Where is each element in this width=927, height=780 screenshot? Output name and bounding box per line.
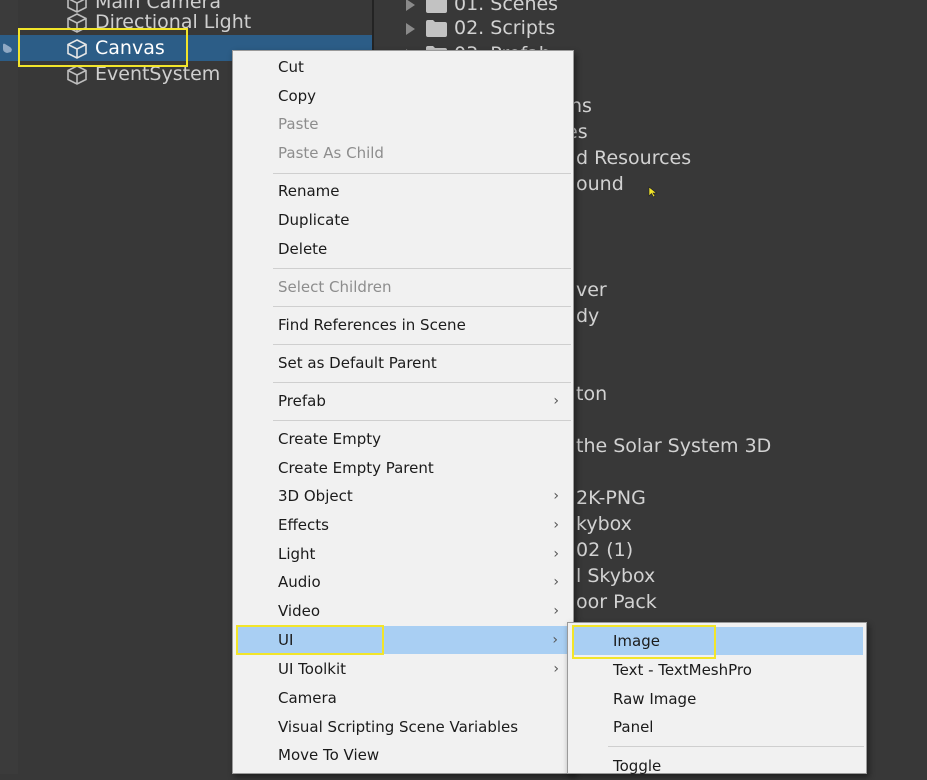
menu-item-set-default-parent[interactable]: Set as Default Parent (233, 349, 573, 377)
mouse-pointer-icon (648, 186, 658, 198)
menu-separator (273, 382, 571, 383)
menu-item-paste[interactable]: Paste (233, 110, 573, 138)
chevron-right-icon: › (553, 574, 559, 590)
menu-separator (608, 746, 864, 747)
submenu-item-text-textmeshpro[interactable]: Text - TextMeshPro (568, 656, 866, 684)
menu-separator (273, 173, 571, 174)
project-item-partial[interactable]: kybox (576, 512, 632, 536)
menu-item-create-empty[interactable]: Create Empty (233, 425, 573, 453)
menu-item-cut[interactable]: Cut (233, 53, 573, 81)
chevron-right-icon: › (553, 517, 559, 533)
project-item-partial[interactable]: d Resources (576, 146, 691, 170)
expand-arrow-icon[interactable] (406, 23, 415, 35)
menu-item-label: Paste As Child (278, 144, 384, 162)
menu-item-label: Visual Scripting Scene Variables (278, 718, 519, 736)
menu-item-label: Prefab (278, 392, 326, 410)
menu-item-select-children[interactable]: Select Children (233, 273, 573, 301)
menu-item-label: Paste (278, 115, 319, 133)
menu-separator (273, 420, 571, 421)
menu-item-label: 3D Object (278, 487, 353, 505)
project-item-partial[interactable]: ound (576, 172, 624, 196)
project-item-partial[interactable]: the Solar System 3D (576, 434, 771, 458)
gameobject-cube-icon (67, 65, 87, 85)
image-item-highlight-box (572, 625, 716, 659)
menu-item-copy[interactable]: Copy (233, 82, 573, 110)
chevron-right-icon: › (553, 488, 559, 504)
menu-item-label: Delete (278, 240, 328, 258)
menu-item-duplicate[interactable]: Duplicate (233, 206, 573, 234)
chevron-right-icon: › (553, 661, 559, 677)
folder-icon (426, 20, 447, 37)
menu-item-label: Rename (278, 182, 340, 200)
submenu-item-toggle[interactable]: Toggle (568, 752, 866, 780)
menu-item-paste-as-child[interactable]: Paste As Child (233, 139, 573, 167)
menu-item-visual-scripting-scene-variables[interactable]: Visual Scripting Scene Variables (233, 713, 573, 741)
menu-item-label: Effects (278, 516, 329, 534)
menu-item-label: Cut (278, 58, 304, 76)
chevron-right-icon: › (553, 546, 559, 562)
expand-arrow-icon[interactable] (406, 0, 415, 11)
chevron-right-icon: › (553, 393, 559, 409)
menu-item-rename[interactable]: Rename (233, 177, 573, 205)
project-item-partial[interactable]: ver (576, 278, 607, 302)
menu-item-label: Camera (278, 689, 337, 707)
menu-item-label: Duplicate (278, 211, 350, 229)
menu-item-label: Light (278, 545, 316, 563)
project-folder-scripts[interactable]: 02. Scripts (406, 16, 806, 42)
menu-separator (273, 306, 571, 307)
submenu-item-label: Raw Image (613, 690, 697, 708)
ui-item-highlight-box (236, 625, 384, 655)
menu-item-audio[interactable]: Audio › (233, 568, 573, 596)
canvas-highlight-box (18, 28, 188, 67)
menu-item-label: Copy (278, 87, 317, 105)
menu-item-label: Find References in Scene (278, 316, 466, 334)
menu-item-label: UI Toolkit (278, 660, 347, 678)
submenu-item-label: Panel (613, 718, 654, 736)
menu-item-find-references[interactable]: Find References in Scene (233, 311, 573, 339)
folder-label: 02. Scripts (454, 17, 556, 39)
submenu-item-raw-image[interactable]: Raw Image (568, 685, 866, 713)
menu-separator (273, 344, 571, 345)
project-item-partial[interactable]: 2K-PNG (576, 486, 646, 510)
menu-item-prefab[interactable]: Prefab › (233, 387, 573, 415)
menu-item-move-to-view[interactable]: Move To View (233, 741, 573, 769)
submenu-item-label: Toggle (613, 757, 662, 775)
hand-cursor-icon (3, 43, 12, 53)
menu-item-effects[interactable]: Effects › (233, 511, 573, 539)
project-item-partial[interactable]: 02 (1) (576, 538, 633, 562)
menu-item-label: Create Empty (278, 430, 381, 448)
project-item-partial[interactable]: oor Pack (576, 590, 657, 614)
menu-item-label: Create Empty Parent (278, 459, 434, 477)
submenu-item-label: Text - TextMeshPro (613, 661, 752, 679)
menu-separator (273, 268, 571, 269)
menu-item-light[interactable]: Light › (233, 540, 573, 568)
menu-item-label: Audio (278, 573, 321, 591)
submenu-item-panel[interactable]: Panel (568, 713, 866, 741)
menu-item-ui-toolkit[interactable]: UI Toolkit › (233, 655, 573, 683)
folder-icon (426, 0, 447, 13)
folder-label: 01. Scenes (454, 0, 559, 15)
chevron-right-icon: › (552, 632, 558, 648)
menu-item-label: Video (278, 602, 321, 620)
menu-item-video[interactable]: Video › (233, 597, 573, 625)
menu-item-create-empty-parent[interactable]: Create Empty Parent (233, 454, 573, 482)
project-item-partial[interactable]: l Skybox (576, 564, 655, 588)
project-item-partial[interactable]: ton (576, 382, 607, 406)
context-menu: Cut Copy Paste Paste As Child Rename Dup… (232, 50, 574, 774)
menu-item-delete[interactable]: Delete (233, 235, 573, 263)
menu-item-label: Select Children (278, 278, 392, 296)
menu-item-label: Move To View (278, 746, 380, 764)
menu-item-3d-object[interactable]: 3D Object › (233, 482, 573, 510)
menu-item-camera[interactable]: Camera (233, 684, 573, 712)
project-item-partial[interactable]: dy (576, 304, 599, 328)
menu-item-label: Set as Default Parent (278, 354, 437, 372)
chevron-right-icon: › (553, 603, 559, 619)
hierarchy-gutter (0, 0, 18, 774)
